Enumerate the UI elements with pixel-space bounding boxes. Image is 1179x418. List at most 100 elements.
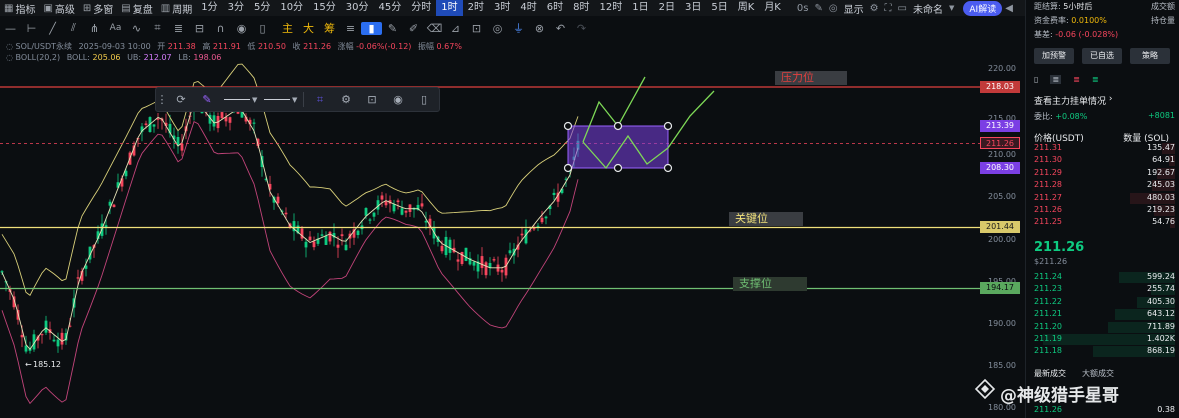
interval-tab[interactable]: 4时: [515, 0, 541, 16]
indicator-button[interactable]: ▦ 指标: [0, 0, 39, 16]
ask-row[interactable]: 211.31 135.47: [1034, 143, 1175, 154]
interval-tab[interactable]: 30分: [341, 0, 374, 16]
interval-tab[interactable]: 12时: [595, 0, 628, 16]
wave-icon[interactable]: ∿: [126, 22, 147, 35]
fork-icon[interactable]: ⋔: [84, 22, 105, 35]
main-force-tool[interactable]: 主: [277, 20, 298, 36]
settings-icon[interactable]: ⚙: [867, 3, 882, 14]
lock-icon[interactable]: ⊡: [466, 22, 487, 35]
ray-line-icon[interactable]: ⊢: [21, 22, 42, 35]
trash-icon[interactable]: ▯: [411, 93, 437, 106]
interval-tab[interactable]: 3时: [489, 0, 515, 16]
range-box[interactable]: [567, 125, 669, 169]
interval-tab[interactable]: 45分: [374, 0, 407, 16]
measure-icon[interactable]: ⌗: [147, 21, 168, 35]
seconds-selector[interactable]: 0s: [794, 3, 812, 14]
interval-tab[interactable]: 5分: [249, 0, 275, 16]
undo-icon[interactable]: ↶: [550, 22, 571, 35]
period-button[interactable]: ▥ 周期: [157, 0, 196, 16]
depth-link[interactable]: 查看主力挂单情况 ›: [1034, 94, 1175, 107]
brush-icon[interactable]: ✎: [811, 3, 825, 14]
view-asks-icon[interactable]: ≣: [1073, 75, 1080, 84]
template-icon[interactable]: ⟳: [168, 93, 194, 106]
ruler-icon[interactable]: ⊿: [445, 22, 466, 35]
bid-row[interactable]: 211.22 405.30: [1034, 296, 1175, 308]
tab-latest-trades[interactable]: 最新成交: [1034, 368, 1066, 379]
interval-tab[interactable]: 3分: [223, 0, 249, 16]
camera-icon[interactable]: ◎: [826, 3, 841, 14]
drag-handle-icon[interactable]: ⋮: [156, 93, 168, 106]
pencil-icon[interactable]: ✎: [382, 22, 403, 35]
chips-tool[interactable]: 筹: [319, 20, 340, 36]
interval-tab[interactable]: 2日: [654, 0, 680, 16]
box-handle[interactable]: [563, 163, 573, 173]
bid-row[interactable]: 211.21 643.12: [1034, 309, 1175, 321]
view-bids-icon[interactable]: ≣: [1050, 75, 1062, 84]
interval-tab[interactable]: 15分: [308, 0, 341, 16]
bid-row[interactable]: 211.18 868.19: [1034, 346, 1175, 358]
key-level-label[interactable]: 关键位: [729, 212, 803, 226]
boll-toggle-icon[interactable]: ◌: [6, 53, 13, 62]
box-handle[interactable]: [613, 121, 623, 131]
interval-tab[interactable]: 6时: [542, 0, 568, 16]
fullscreen-icon[interactable]: ⛶: [882, 3, 895, 14]
interval-tab[interactable]: 分时: [406, 0, 436, 16]
bid-row[interactable]: 211.24 599.24: [1034, 272, 1175, 283]
interval-tab[interactable]: 月K: [759, 0, 786, 16]
interval-tab[interactable]: 5日: [706, 0, 732, 16]
support-label[interactable]: 支撑位: [733, 277, 807, 291]
channel-icon[interactable]: ⫽: [63, 21, 84, 35]
line-color-icon[interactable]: ✎: [194, 93, 220, 106]
visibility-icon[interactable]: ◉: [385, 93, 411, 106]
layers-icon[interactable]: ≡: [340, 22, 361, 35]
interval-tab[interactable]: 周K: [733, 0, 760, 16]
interval-tab[interactable]: 1时: [436, 0, 463, 16]
interval-tab[interactable]: 10分: [275, 0, 308, 16]
candlestick-chart[interactable]: 185.12 ←: [0, 62, 1025, 418]
interval-tab[interactable]: 3日: [680, 0, 706, 16]
fibonacci-icon[interactable]: ≣: [168, 22, 189, 35]
eye-icon[interactable]: ◉: [231, 22, 252, 35]
add-alert-button[interactable]: 加预警: [1034, 48, 1074, 64]
display-button[interactable]: 显示: [841, 1, 867, 16]
chevron-down-icon[interactable]: ▼: [946, 4, 957, 12]
ask-row[interactable]: 211.28 245.03: [1034, 180, 1175, 192]
redo-icon[interactable]: ↷: [571, 22, 592, 35]
advanced-button[interactable]: ▣ 高级: [39, 0, 78, 16]
layout-icon[interactable]: ▭: [895, 3, 910, 14]
ask-row[interactable]: 211.26 219.23: [1034, 205, 1175, 216]
view-both-icon[interactable]: ▯: [1034, 75, 1038, 84]
text-tool-icon[interactable]: Aa: [105, 23, 126, 33]
ask-row[interactable]: 211.30 64.91: [1034, 155, 1175, 167]
view-split-icon[interactable]: ≣: [1092, 75, 1099, 84]
highlighter-icon[interactable]: ✐: [403, 22, 424, 35]
bookmark-icon[interactable]: ▮: [361, 21, 382, 35]
collapse-icon[interactable]: ◀: [1002, 3, 1016, 14]
interval-tab[interactable]: 1分: [196, 0, 222, 16]
interval-tab[interactable]: 2时: [463, 0, 489, 16]
big-order-tool[interactable]: 大: [298, 20, 319, 36]
layout-name[interactable]: 未命名: [910, 1, 946, 16]
box-handle[interactable]: [563, 121, 573, 131]
projection-path-right[interactable]: [667, 90, 715, 149]
box-handle[interactable]: [613, 163, 623, 173]
lock-icon[interactable]: ⊡: [359, 93, 385, 106]
bid-row[interactable]: 211.23 255.74: [1034, 284, 1175, 296]
fill-color-icon[interactable]: ⌗: [307, 93, 333, 107]
interval-tab[interactable]: 1日: [627, 0, 653, 16]
box-handle[interactable]: [663, 121, 673, 131]
ask-row[interactable]: 211.25 54.76: [1034, 217, 1175, 229]
trash-icon[interactable]: ▯: [252, 22, 273, 35]
trend-line-icon[interactable]: ╱: [42, 22, 63, 35]
lock-line-icon[interactable]: ⊟: [189, 22, 210, 35]
replay-button[interactable]: ▤ 复盘: [117, 0, 156, 16]
settings-icon[interactable]: ⚙: [333, 93, 359, 106]
multiwindow-button[interactable]: ⊞ 多窗: [79, 0, 117, 16]
resistance-label[interactable]: 压力位: [775, 71, 847, 85]
interval-tab[interactable]: 8时: [568, 0, 594, 16]
line-style-selector[interactable]: ▼: [260, 96, 300, 104]
collapse-legend-icon[interactable]: ◌: [6, 42, 13, 51]
strategy-button[interactable]: 策略: [1130, 48, 1170, 64]
favorite-button[interactable]: 已自选: [1082, 48, 1122, 64]
ai-analysis-button[interactable]: AI解读: [963, 0, 1003, 16]
